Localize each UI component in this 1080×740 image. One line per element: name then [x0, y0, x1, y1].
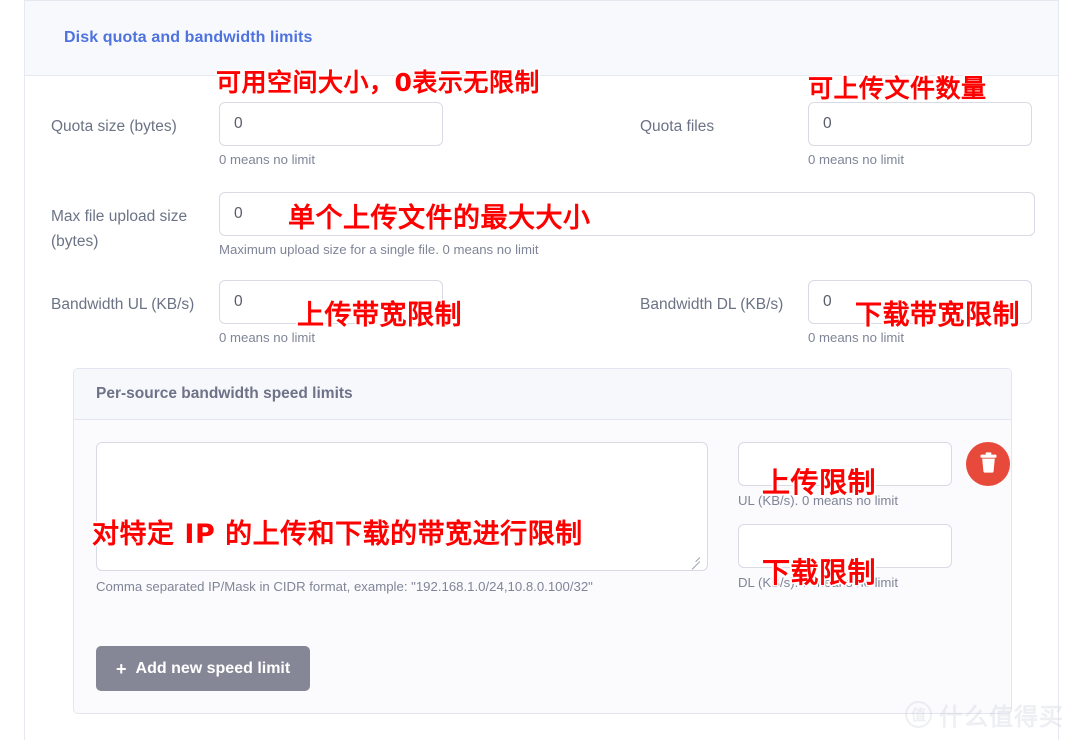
quota-size-field-wrap: 0 means no limit: [219, 102, 443, 168]
cidr-column: Comma separated IP/Mask in CIDR format, …: [96, 442, 714, 594]
quota-size-label: Quota size (bytes): [51, 118, 177, 135]
bandwidth-ul-input[interactable]: [219, 280, 443, 324]
per-source-panel-body: Comma separated IP/Mask in CIDR format, …: [74, 420, 1011, 620]
max-upload-size-input[interactable]: [219, 192, 1035, 236]
dl-limit-input-box: [738, 524, 952, 568]
add-new-speed-limit-label: Add new speed limit: [135, 659, 291, 677]
quota-files-label: Quota files: [640, 118, 715, 135]
quota-files-help: 0 means no limit: [808, 152, 905, 167]
quota-size-input[interactable]: [219, 102, 443, 146]
row-bandwidth: Bandwidth UL (KB/s) 0 means no limit Ban…: [51, 280, 1032, 346]
bandwidth-dl-label: Bandwidth DL (KB/s): [640, 296, 784, 313]
cidr-sources-textarea[interactable]: [96, 442, 708, 571]
trash-icon: [979, 452, 998, 476]
per-source-panel-header: Per-source bandwidth speed limits: [74, 369, 1011, 420]
quota-size-help: 0 means no limit: [219, 152, 316, 167]
max-upload-label: Max file upload size (bytes): [51, 208, 188, 250]
row-max-upload: Max file upload size (bytes) Maximum upl…: [51, 192, 1035, 258]
ul-limit-group: UL (KB/s). 0 means no limit DL (KB/s). 0…: [738, 442, 952, 590]
page-root: Disk quota and bandwidth limits Quota si…: [0, 0, 1080, 740]
quota-files-field-wrap: 0 means no limit: [808, 102, 1032, 168]
page-frame-right-border: [1058, 0, 1059, 740]
ul-limit-help: UL (KB/s). 0 means no limit: [738, 493, 899, 508]
field-group-bandwidth-dl: Bandwidth DL (KB/s) 0 means no limit: [640, 280, 1032, 346]
field-group-quota-size: Quota size (bytes) 0 means no limit: [51, 102, 640, 168]
max-upload-field-wrap: Maximum upload size for a single file. 0…: [219, 192, 1035, 258]
bandwidth-dl-field-wrap: 0 means no limit: [808, 280, 1032, 346]
plus-icon: +: [116, 658, 127, 679]
card-header: Disk quota and bandwidth limits: [25, 0, 1058, 76]
disk-quota-card: Disk quota and bandwidth limits Quota si…: [25, 0, 1058, 732]
ul-limit-input[interactable]: [739, 443, 951, 485]
dl-limit-input[interactable]: [739, 525, 951, 567]
per-source-panel-title: Per-source bandwidth speed limits: [96, 385, 353, 402]
ul-limit-input-box: [738, 442, 952, 486]
cidr-help-text: Comma separated IP/Mask in CIDR format, …: [96, 579, 593, 594]
bandwidth-dl-help: 0 means no limit: [808, 330, 905, 345]
bandwidth-ul-label: Bandwidth UL (KB/s): [51, 296, 195, 313]
page-title: Disk quota and bandwidth limits: [64, 29, 313, 46]
bandwidth-ul-field-wrap: 0 means no limit: [219, 280, 443, 346]
row-quota: Quota size (bytes) 0 means no limit Quot…: [51, 102, 1032, 168]
field-group-quota-files: Quota files 0 means no limit: [640, 102, 1032, 168]
per-source-speed-limits-panel: Per-source bandwidth speed limits Comma …: [73, 368, 1012, 714]
delete-speed-limit-button[interactable]: [966, 442, 1010, 486]
add-new-speed-limit-button[interactable]: + Add new speed limit: [96, 646, 311, 691]
card-body: Quota size (bytes) 0 means no limit Quot…: [25, 76, 1058, 714]
bandwidth-dl-input[interactable]: [808, 280, 1032, 324]
dl-limit-help: DL (KB/s). 0 means no limit: [738, 575, 899, 590]
field-group-bandwidth-ul: Bandwidth UL (KB/s) 0 means no limit: [51, 280, 640, 346]
limits-column: UL (KB/s). 0 means no limit DL (KB/s). 0…: [738, 442, 1010, 590]
bandwidth-ul-help: 0 means no limit: [219, 330, 316, 345]
max-upload-help: Maximum upload size for a single file. 0…: [219, 242, 539, 257]
quota-files-input[interactable]: [808, 102, 1032, 146]
